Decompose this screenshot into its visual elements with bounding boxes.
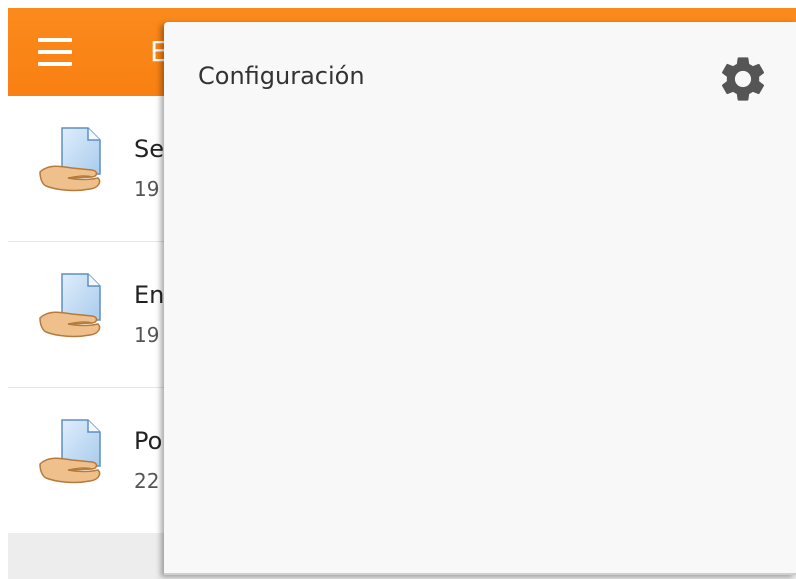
list-item-subtitle: 19 — [134, 177, 160, 201]
list-item-title: En — [134, 281, 165, 309]
app-screen: E Se 19 En 19 Po 22 Configuración — [0, 0, 796, 579]
list-item-subtitle: 22 — [134, 469, 160, 493]
list-item-title: Po — [134, 427, 163, 455]
hamburger-menu-icon[interactable] — [30, 30, 80, 76]
assignment-hand-document-icon — [39, 419, 101, 484]
settings-label: Configuración — [198, 62, 365, 90]
assignment-hand-document-icon — [39, 273, 101, 338]
panel-divider — [164, 573, 796, 575]
gear-icon[interactable] — [716, 52, 770, 106]
assignment-hand-document-icon — [39, 127, 101, 192]
settings-panel: Configuración — [164, 22, 796, 575]
list-item-title: Se — [134, 135, 164, 163]
list-item-subtitle: 19 — [134, 323, 160, 347]
